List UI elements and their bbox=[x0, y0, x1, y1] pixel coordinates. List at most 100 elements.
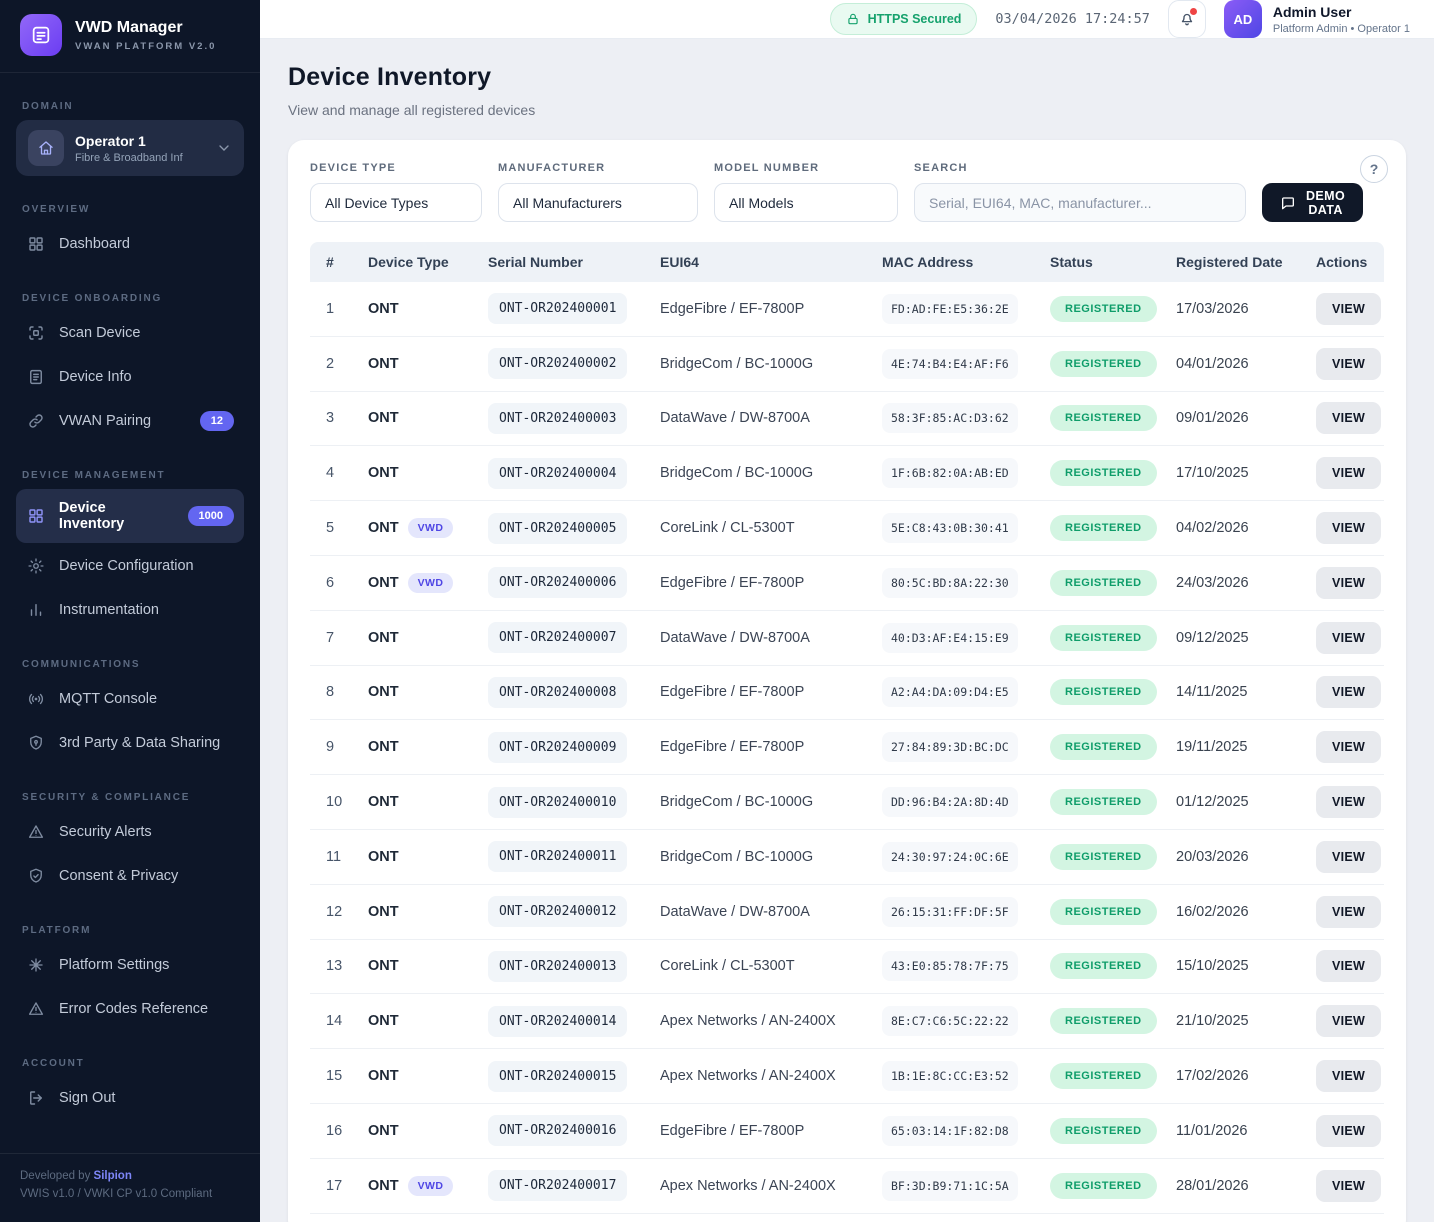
row-device-type: ONT bbox=[368, 684, 399, 700]
col-index: # bbox=[310, 242, 360, 282]
table-row: 8 ONT ONT-OR202400008 EdgeFibre / EF-780… bbox=[310, 666, 1384, 721]
shield-check-icon bbox=[26, 866, 46, 886]
view-button[interactable]: VIEW bbox=[1316, 1060, 1381, 1092]
status-badge: REGISTERED bbox=[1050, 734, 1157, 760]
sidebar-item-mqtt-console[interactable]: MQTT Console bbox=[16, 678, 244, 720]
row-device-type: ONT bbox=[368, 958, 399, 974]
filters-bar: DEVICE TYPE All Device Types MANUFACTURE… bbox=[310, 162, 1384, 222]
view-button[interactable]: VIEW bbox=[1316, 896, 1381, 928]
inventory-count-badge: 1000 bbox=[188, 506, 234, 526]
row-index: 14 bbox=[310, 1005, 360, 1037]
sidebar-item-label: Platform Settings bbox=[59, 957, 169, 973]
sidebar-item-label: Error Codes Reference bbox=[59, 1001, 208, 1017]
nav-group-account: ACCOUNT bbox=[22, 1058, 238, 1069]
row-mac: 27:84:89:3D:BC:DC bbox=[882, 732, 1018, 762]
row-index: 2 bbox=[310, 348, 360, 380]
grid-icon bbox=[26, 506, 46, 526]
page-title: Device Inventory bbox=[288, 63, 1406, 92]
sidebar-item-device-inventory[interactable]: Device Inventory 1000 bbox=[16, 489, 244, 543]
view-button[interactable]: VIEW bbox=[1316, 402, 1381, 434]
inventory-card: ? DEVICE TYPE All Device Types MANUFACTU… bbox=[288, 140, 1406, 1222]
search-filter: SEARCH bbox=[914, 162, 1246, 222]
search-input[interactable] bbox=[914, 183, 1246, 222]
row-index: 12 bbox=[310, 896, 360, 928]
manufacturer-filter: MANUFACTURER All Manufacturers bbox=[498, 162, 698, 222]
table-row: 9 ONT ONT-OR202400009 EdgeFibre / EF-780… bbox=[310, 720, 1384, 775]
sidebar-item-label: Device Info bbox=[59, 369, 132, 385]
row-device-type: ONT bbox=[368, 794, 399, 810]
sidebar-item-3rd-party[interactable]: 3rd Party & Data Sharing bbox=[16, 722, 244, 764]
nav-group-communications: COMMUNICATIONS bbox=[22, 659, 238, 670]
sidebar-item-device-configuration[interactable]: Device Configuration bbox=[16, 545, 244, 587]
row-mac: DD:96:B4:2A:8D:4D bbox=[882, 787, 1018, 817]
vendor-link[interactable]: Silpion bbox=[94, 1170, 132, 1182]
row-date: 24/03/2026 bbox=[1168, 567, 1308, 599]
sidebar-item-device-info[interactable]: Device Info bbox=[16, 356, 244, 398]
row-mac: 8E:C7:C6:5C:22:22 bbox=[882, 1006, 1018, 1036]
sidebar-item-sign-out[interactable]: Sign Out bbox=[16, 1077, 244, 1119]
document-icon bbox=[26, 367, 46, 387]
chat-bubble-icon bbox=[1280, 195, 1296, 211]
device-type-filter: DEVICE TYPE All Device Types bbox=[310, 162, 482, 222]
row-serial: ONT-OR202400006 bbox=[488, 567, 627, 598]
view-button[interactable]: VIEW bbox=[1316, 676, 1381, 708]
nav-group-onboarding: DEVICE ONBOARDING bbox=[22, 293, 238, 304]
status-badge: REGISTERED bbox=[1050, 1173, 1157, 1199]
sidebar-item-consent-privacy[interactable]: Consent & Privacy bbox=[16, 855, 244, 897]
view-button[interactable]: VIEW bbox=[1316, 293, 1381, 325]
sidebar-item-instrumentation[interactable]: Instrumentation bbox=[16, 589, 244, 631]
domain-selector[interactable]: Operator 1 Fibre & Broadband Inf bbox=[16, 120, 244, 176]
user-profile[interactable]: AD Admin User Platform Admin • Operator … bbox=[1224, 0, 1410, 38]
model-number-filter: MODEL NUMBER All Models bbox=[714, 162, 898, 222]
chevron-down-icon bbox=[216, 140, 232, 156]
help-button[interactable]: ? bbox=[1360, 155, 1388, 183]
row-mac: 4E:74:B4:E4:AF:F6 bbox=[882, 349, 1018, 379]
sidebar-item-error-codes[interactable]: Error Codes Reference bbox=[16, 988, 244, 1030]
model-number-select[interactable]: All Models bbox=[714, 183, 898, 222]
page-subtitle: View and manage all registered devices bbox=[288, 102, 1406, 118]
sidebar-item-dashboard[interactable]: Dashboard bbox=[16, 223, 244, 265]
view-button[interactable]: VIEW bbox=[1316, 731, 1381, 763]
sidebar-item-label: Scan Device bbox=[59, 325, 140, 341]
device-type-select[interactable]: All Device Types bbox=[310, 183, 482, 222]
row-date: 19/11/2025 bbox=[1168, 731, 1308, 763]
view-button[interactable]: VIEW bbox=[1316, 1005, 1381, 1037]
sidebar-item-label: Instrumentation bbox=[59, 602, 159, 618]
vwd-badge: VWD bbox=[408, 1176, 454, 1196]
view-button[interactable]: VIEW bbox=[1316, 457, 1381, 489]
view-button[interactable]: VIEW bbox=[1316, 1170, 1381, 1202]
row-serial: ONT-OR202400016 bbox=[488, 1115, 627, 1146]
table-row: 1 ONT ONT-OR202400001 EdgeFibre / EF-780… bbox=[310, 282, 1384, 337]
notifications-button[interactable] bbox=[1168, 0, 1206, 38]
row-date: 16/02/2026 bbox=[1168, 896, 1308, 928]
sidebar-item-platform-settings[interactable]: Platform Settings bbox=[16, 944, 244, 986]
sidebar-item-vwan-pairing[interactable]: VWAN Pairing 12 bbox=[16, 400, 244, 442]
notification-dot bbox=[1190, 8, 1197, 15]
view-button[interactable]: VIEW bbox=[1316, 786, 1381, 818]
row-device-type: ONT bbox=[368, 739, 399, 755]
view-button[interactable]: VIEW bbox=[1316, 841, 1381, 873]
view-button[interactable]: VIEW bbox=[1316, 1115, 1381, 1147]
demo-data-button[interactable]: DEMO DATA bbox=[1262, 183, 1363, 222]
device-table: # Device Type Serial Number EUI64 MAC Ad… bbox=[310, 242, 1384, 1214]
view-button[interactable]: VIEW bbox=[1316, 567, 1381, 599]
view-button[interactable]: VIEW bbox=[1316, 512, 1381, 544]
view-button[interactable]: VIEW bbox=[1316, 348, 1381, 380]
sidebar-item-security-alerts[interactable]: Security Alerts bbox=[16, 811, 244, 853]
row-serial: ONT-OR202400013 bbox=[488, 951, 627, 982]
sidebar-item-label: Device Inventory bbox=[59, 500, 175, 532]
manufacturer-select[interactable]: All Manufacturers bbox=[498, 183, 698, 222]
col-serial: Serial Number bbox=[480, 242, 652, 282]
row-device-type: ONT bbox=[368, 904, 399, 920]
sidebar-item-scan-device[interactable]: Scan Device bbox=[16, 312, 244, 354]
view-button[interactable]: VIEW bbox=[1316, 622, 1381, 654]
row-date: 04/01/2026 bbox=[1168, 348, 1308, 380]
row-eui64: Apex Networks / AN-2400X bbox=[652, 1170, 874, 1202]
model-number-label: MODEL NUMBER bbox=[714, 162, 898, 174]
broadcast-icon bbox=[26, 689, 46, 709]
user-meta: Platform Admin • Operator 1 bbox=[1273, 23, 1410, 35]
status-badge: REGISTERED bbox=[1050, 625, 1157, 651]
row-device-type: ONT bbox=[368, 301, 399, 317]
view-button[interactable]: VIEW bbox=[1316, 950, 1381, 982]
table-row: 2 ONT ONT-OR202400002 BridgeCom / BC-100… bbox=[310, 337, 1384, 392]
